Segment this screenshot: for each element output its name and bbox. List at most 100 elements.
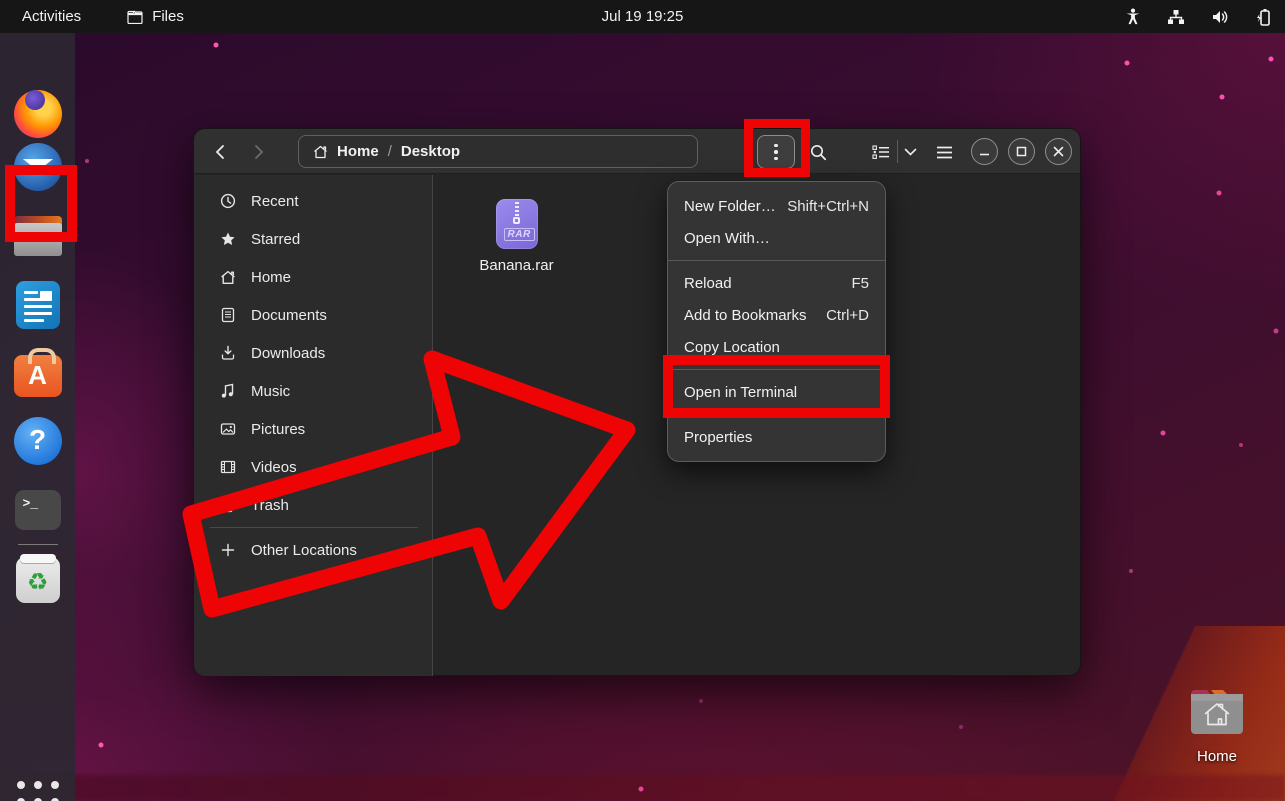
search-icon <box>810 144 827 161</box>
chevron-down-icon <box>904 148 917 156</box>
back-button[interactable] <box>204 137 234 167</box>
dock-item-trash[interactable]: ♻ <box>14 557 62 605</box>
view-list-button[interactable] <box>866 137 896 167</box>
accessibility-icon[interactable] <box>1125 8 1141 25</box>
sidebar-label: Other Locations <box>251 542 357 559</box>
maximize-button[interactable] <box>1008 138 1035 165</box>
wallpaper-bottom-glow <box>0 775 1285 801</box>
menu-item-label: Open With… <box>684 230 770 247</box>
close-button[interactable] <box>1045 138 1072 165</box>
sidebar-item-music[interactable]: Music <box>194 372 432 410</box>
dock-item-firefox[interactable] <box>14 77 62 125</box>
menu-item-properties[interactable]: Properties <box>668 421 885 453</box>
menu-item-label: Reload <box>684 275 732 292</box>
firefox-icon <box>14 90 62 138</box>
sidebar-item-trash[interactable]: Trash <box>194 486 432 524</box>
network-icon[interactable] <box>1167 9 1185 25</box>
menu-item-label: Properties <box>684 429 752 446</box>
path-bar[interactable]: Home / Desktop <box>298 135 698 168</box>
menu-item-new-folder[interactable]: New Folder… Shift+Ctrl+N <box>668 190 885 222</box>
rar-badge: RAR <box>504 228 535 241</box>
close-icon <box>1053 146 1064 157</box>
activities-button[interactable]: Activities <box>22 8 81 25</box>
sidebar-item-home[interactable]: Home <box>194 258 432 296</box>
hamburger-icon <box>936 146 953 159</box>
menu-item-add-to-bookmarks[interactable]: Add to Bookmarks Ctrl+D <box>668 299 885 331</box>
files-window: Home / Desktop <box>193 128 1081 676</box>
sidebar-item-pictures[interactable]: Pictures <box>194 410 432 448</box>
header-bar: Home / Desktop <box>194 129 1080 174</box>
help-icon: ? <box>14 417 62 465</box>
minimize-button[interactable] <box>971 138 998 165</box>
sidebar-label: Videos <box>251 459 297 476</box>
dock-item-libreoffice-writer[interactable] <box>14 281 62 329</box>
dock-item-terminal[interactable]: >_ <box>14 486 62 534</box>
desktop-home-icon[interactable]: Home <box>1184 686 1250 765</box>
forward-button[interactable] <box>244 137 274 167</box>
menu-item-accel: Ctrl+D <box>826 307 869 324</box>
dock-item-ubuntu-software[interactable]: A <box>14 349 62 397</box>
folder-menu-popover: New Folder… Shift+Ctrl+N Open With… Relo… <box>667 181 886 462</box>
picture-icon <box>220 421 236 437</box>
sidebar-item-other-locations[interactable]: Other Locations <box>194 531 432 569</box>
battery-icon[interactable] <box>1255 8 1271 26</box>
minimize-icon <box>979 146 990 157</box>
sidebar-label: Starred <box>251 231 300 248</box>
film-icon <box>220 459 236 475</box>
menu-item-accel: F5 <box>851 275 869 292</box>
sidebar-separator <box>210 527 418 528</box>
show-applications-button[interactable] <box>14 781 62 801</box>
sidebar-item-videos[interactable]: Videos <box>194 448 432 486</box>
focused-app-menu[interactable]: Files <box>127 8 184 25</box>
view-options-button[interactable] <box>895 137 925 167</box>
star-icon <box>220 231 236 247</box>
ubuntu-software-icon: A <box>14 355 62 397</box>
file-banana-rar[interactable]: RAR Banana.rar <box>469 199 564 274</box>
clock-icon <box>220 193 236 209</box>
dock: A ? >_ ♻ <box>0 33 75 801</box>
sidebar-label: Pictures <box>251 421 305 438</box>
path-segment-home[interactable]: Home <box>337 143 379 160</box>
menu-item-label: Copy Location <box>684 339 780 356</box>
chevron-right-icon <box>254 144 265 160</box>
desktop-home-label: Home <box>1184 748 1250 765</box>
menu-item-reload[interactable]: Reload F5 <box>668 267 885 299</box>
trash-icon: ♻ <box>16 557 60 603</box>
annotation-box-files-dock <box>5 165 77 242</box>
home-folder-icon <box>1188 686 1246 738</box>
sidebar-item-documents[interactable]: Documents <box>194 296 432 334</box>
app-menu-button[interactable] <box>929 137 959 167</box>
path-segment-desktop[interactable]: Desktop <box>401 143 460 160</box>
list-view-icon <box>872 145 890 160</box>
sidebar-item-downloads[interactable]: Downloads <box>194 334 432 372</box>
top-bar: Activities Files Jul 19 19:25 <box>0 0 1285 33</box>
dock-item-help[interactable]: ? <box>14 417 62 465</box>
download-icon <box>220 345 236 361</box>
annotation-box-folder-menu-button <box>744 119 810 177</box>
sidebar-label: Music <box>251 383 290 400</box>
volume-icon[interactable] <box>1211 9 1229 25</box>
home-icon <box>220 270 236 285</box>
sidebar-label: Home <box>251 269 291 286</box>
focused-app-label: Files <box>152 8 184 25</box>
sidebar-label: Trash <box>251 497 289 514</box>
status-tray[interactable] <box>1125 8 1271 26</box>
sidebar: Recent Starred Home Documents Downloads … <box>194 175 433 676</box>
plus-icon <box>220 542 236 558</box>
terminal-icon: >_ <box>15 490 61 530</box>
sidebar-item-recent[interactable]: Recent <box>194 182 432 220</box>
dock-separator <box>18 544 58 545</box>
sidebar-label: Recent <box>251 193 299 210</box>
menu-separator <box>668 260 885 261</box>
home-icon <box>313 145 328 159</box>
clock[interactable]: Jul 19 19:25 <box>0 8 1285 25</box>
path-separator: / <box>388 143 392 160</box>
trash-icon <box>220 497 236 513</box>
show-applications-icon <box>17 781 59 801</box>
menu-item-open-with[interactable]: Open With… <box>668 222 885 254</box>
libreoffice-writer-icon <box>16 281 60 329</box>
document-icon <box>220 307 236 323</box>
sidebar-item-starred[interactable]: Starred <box>194 220 432 258</box>
menu-item-accel: Shift+Ctrl+N <box>787 198 869 215</box>
menu-item-label: Add to Bookmarks <box>684 307 807 324</box>
